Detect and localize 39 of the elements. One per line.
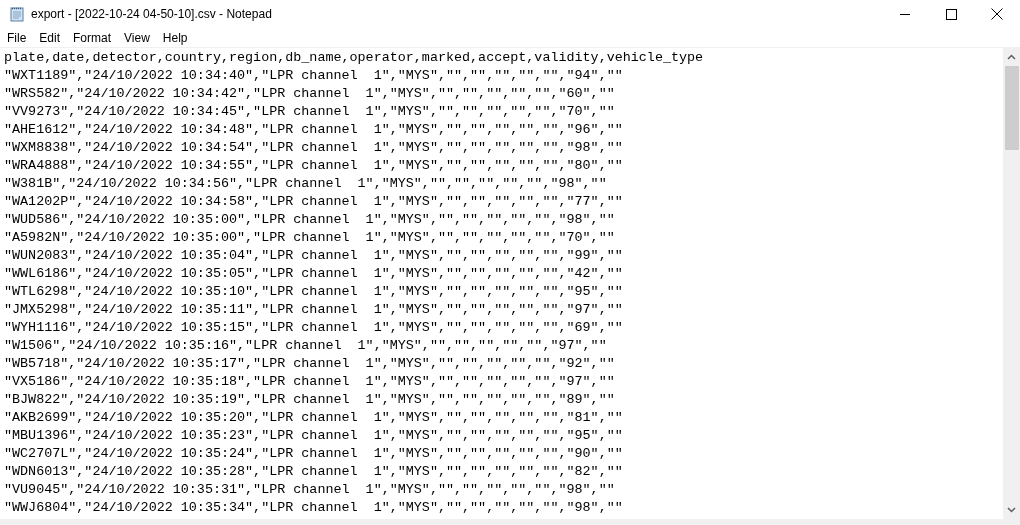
text-line: "WTL6298","24/10/2022 10:35:10","LPR channel 1","MYS","","","","","","95","" [4,283,623,301]
text-line: "WRS582","24/10/2022 10:34:42","LPR channel 1","MYS","","","","","","60","" [4,85,615,103]
menu-item[interactable]: View [118,27,156,48]
menu-item[interactable]: File [1,27,33,48]
text-line: plate,date,detector,country,region,db_name,operator,marked,accept,validity,vehicle_type [4,49,704,67]
text-line: "W1506","24/10/2022 10:35:16","LPR channel 1","MYS","","","","","","97","" [4,337,607,355]
vertical-scrollbar[interactable] [1003,48,1020,519]
maximize-icon [945,8,957,20]
text-line: "VV9273","24/10/2022 10:34:45","LPR channel 1","MYS","","","","","","70","" [4,103,615,121]
text-line: "AKB2699","24/10/2022 10:35:20","LPR channel 1","MYS","","","","","","81","" [4,409,623,427]
menu-item[interactable]: Help [156,27,194,48]
text-line: "WC2707L","24/10/2022 10:35:24","LPR channel 1","MYS","","","","","","90","" [4,445,623,463]
text-line: "WDN6013","24/10/2022 10:35:28","LPR channel 1","MYS","","","","","","82","" [4,463,623,481]
window-title: export - [2022-10-24 04-50-10].csv - Notepad [31,6,272,23]
text-line: "WRA4888","24/10/2022 10:34:55","LPR channel 1","MYS","","","","","","80","" [4,157,623,175]
text-line: "MBU1396","24/10/2022 10:35:23","LPR channel 1","MYS","","","","","","95","" [4,427,623,445]
text-line: "VX5186","24/10/2022 10:35:18","LPR channel 1","MYS","","","","","","97","" [4,373,615,391]
text-line: "JMX5298","24/10/2022 10:35:11","LPR channel 1","MYS","","","","","","97","" [4,301,623,319]
text-line: "AHE1612","24/10/2022 10:34:48","LPR channel 1","MYS","","","","","","96","" [4,121,623,139]
text-line: "WXM8838","24/10/2022 10:34:54","LPR channel 1","MYS","","","","","","98","" [4,139,623,157]
text-line: "WA1202P","24/10/2022 10:34:58","LPR channel 1","MYS","","","","","","77","" [4,193,623,211]
text-line: "WYH1116","24/10/2022 10:35:15","LPR channel 1","MYS","","","","","","69","" [4,319,623,337]
text-line: "BJW822","24/10/2022 10:35:19","LPR channel 1","MYS","","","","","","89","" [4,391,615,409]
menu-item[interactable]: Format [67,27,118,48]
close-icon [991,8,1003,20]
text-line: "VU9045","24/10/2022 10:35:31","LPR channel 1","MYS","","","","","","98","" [4,481,615,499]
scroll-down-icon[interactable] [1007,507,1016,513]
notepad-icon [9,6,25,22]
menu-item[interactable]: Edit [33,27,67,48]
text-line: "WUD586","24/10/2022 10:35:00","LPR channel 1","MYS","","","","","","98","" [4,211,615,229]
text-line: "A5982N","24/10/2022 10:35:00","LPR channel 1","MYS","","","","","","70","" [4,229,615,247]
text-line: "WUN2083","24/10/2022 10:35:04","LPR channel 1","MYS","","","","","","99","" [4,247,623,265]
scrollbar-thumb[interactable] [1004,66,1019,150]
text-line: "WWL6186","24/10/2022 10:35:05","LPR channel 1","MYS","","","","","","42","" [4,265,623,283]
scroll-up-icon[interactable] [1007,54,1016,60]
text-line: "WWJ6804","24/10/2022 10:35:34","LPR channel 1","MYS","","","","","","98","" [4,499,623,517]
text-line: "W381B","24/10/2022 10:34:56","LPR channel 1","MYS","","","","","","98","" [4,175,607,193]
text-line: "WXT1189","24/10/2022 10:34:40","LPR channel 1","MYS","","","","","","94","" [4,67,623,85]
text-line: "WB5718","24/10/2022 10:35:17","LPR channel 1","MYS","","","","","","92","" [4,355,615,373]
